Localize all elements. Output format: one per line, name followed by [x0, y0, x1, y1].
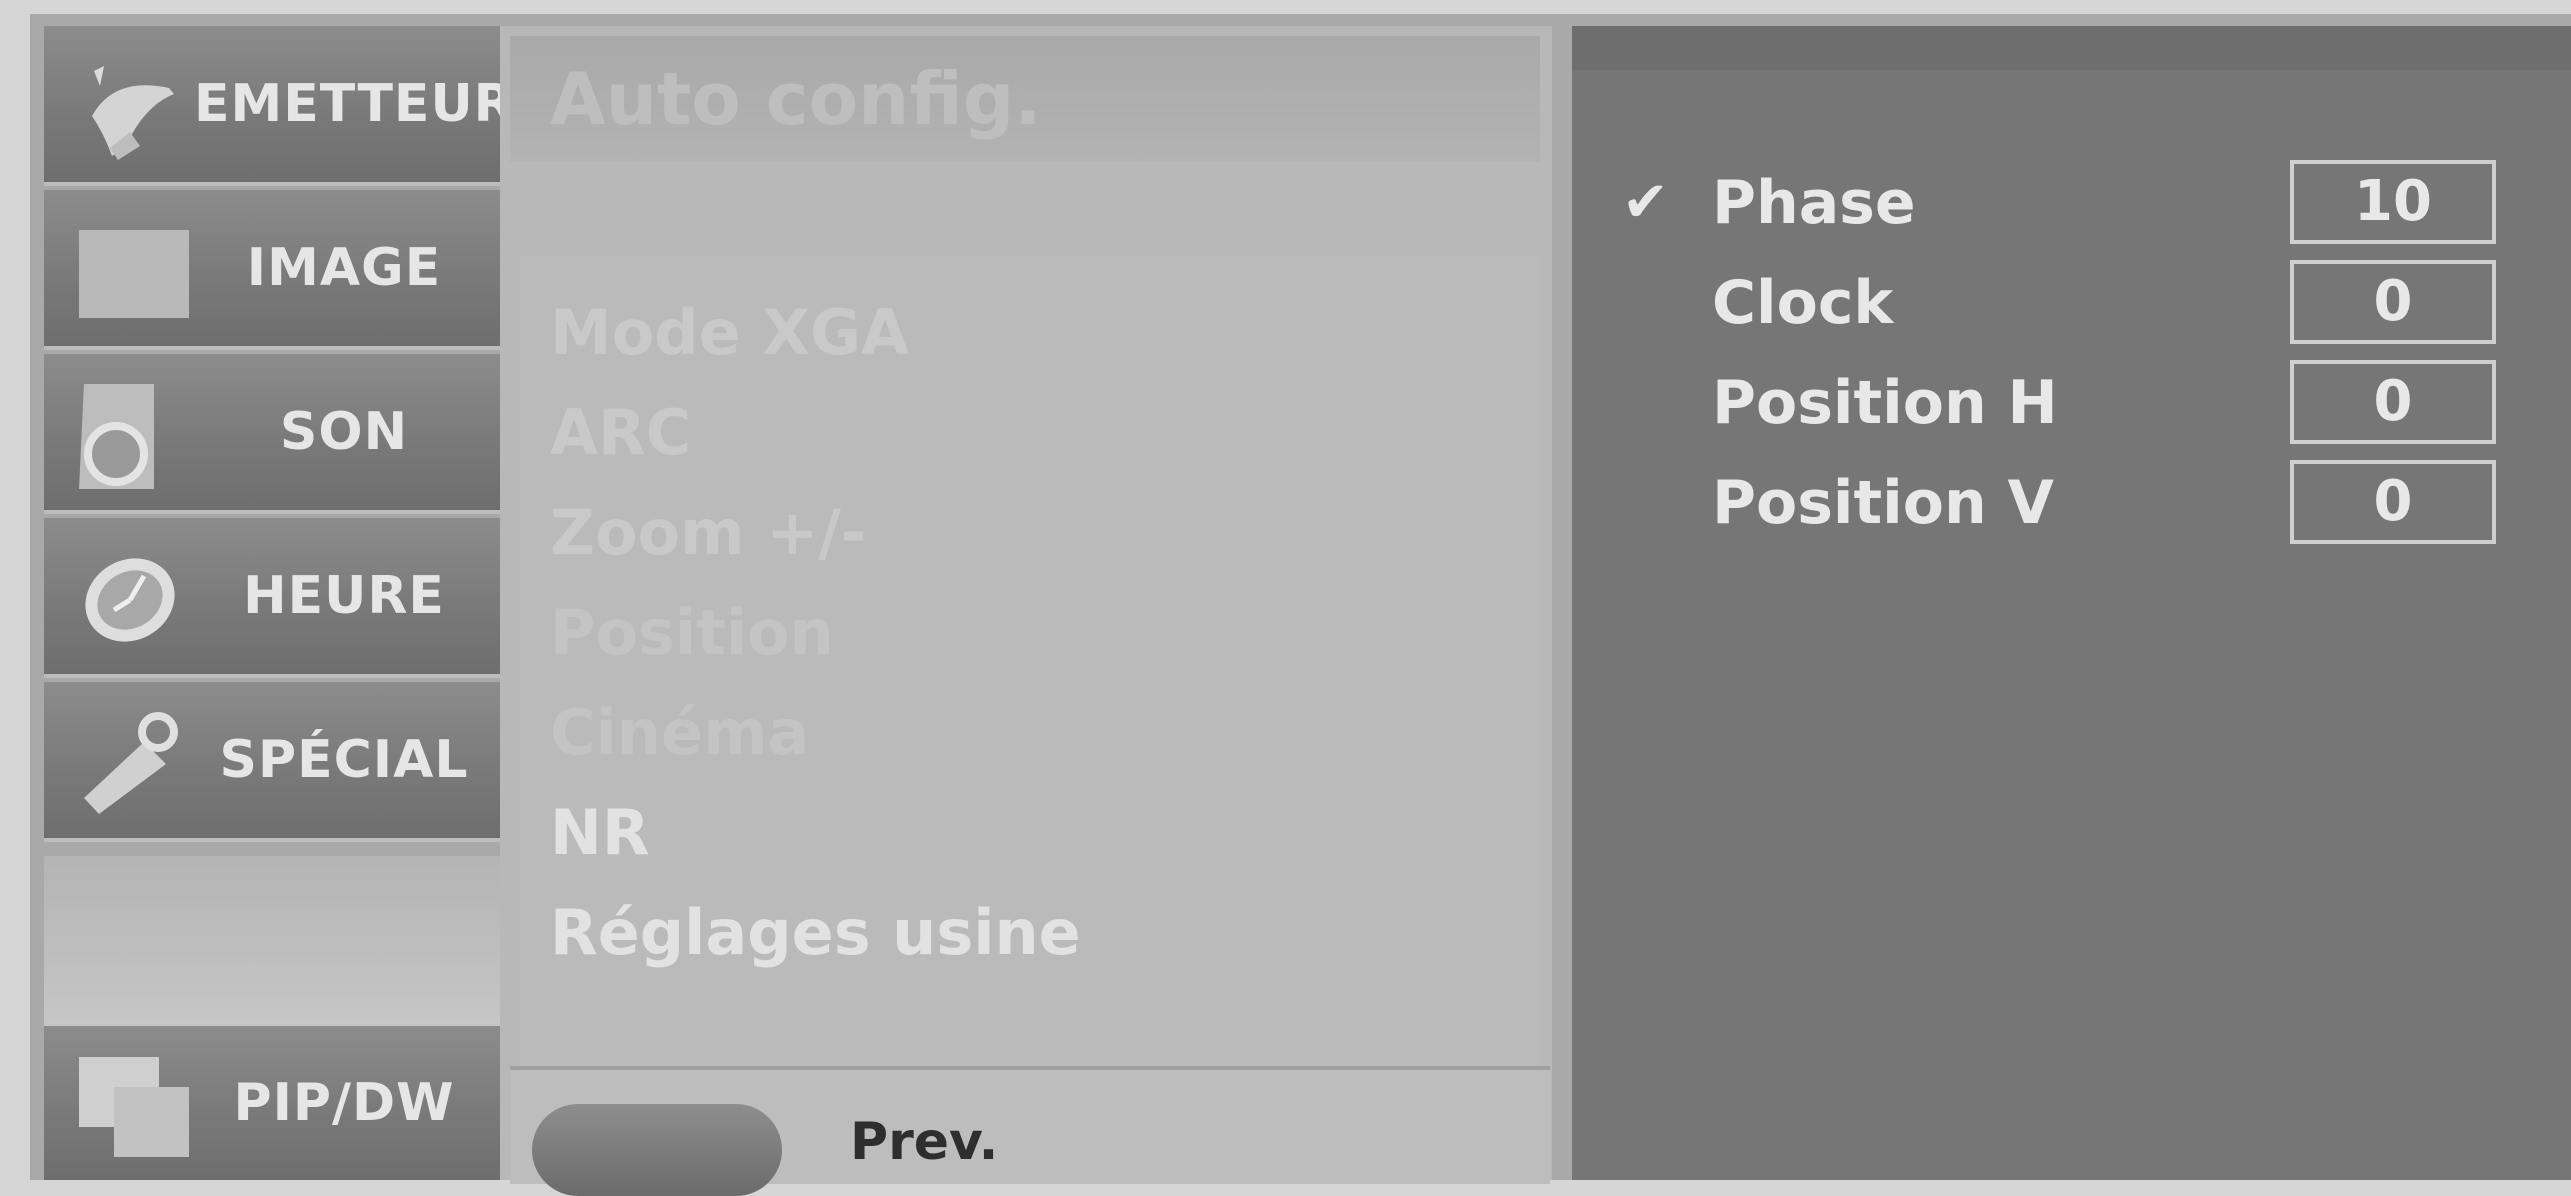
menu-item-label: PIP/DW [233, 1073, 455, 1133]
menu-item-label: SON [279, 402, 409, 462]
menu-item-image[interactable]: IMAGE [44, 190, 500, 350]
param-value[interactable]: 10 [2290, 160, 2496, 244]
submenu-item-mode-xga[interactable]: Mode XGA [550, 296, 909, 369]
picture-square-icon [74, 210, 194, 330]
pip-windows-icon [74, 1042, 194, 1162]
menu-item-emetteur[interactable]: EMETTEUR [44, 26, 515, 186]
satellite-dish-icon [74, 46, 194, 166]
prev-label: Prev. [850, 1112, 999, 1172]
submenu-title[interactable]: Auto config. [510, 36, 1540, 162]
submenu-panel: Auto config. Mode XGA ARC Zoom +/- Posit… [500, 26, 1552, 1196]
param-position-h[interactable]: Position H 0 [1572, 360, 2571, 450]
param-name: Position V [1712, 468, 2054, 538]
menu-item-label: SPÉCIAL [219, 730, 469, 790]
submenu-item-nr[interactable]: NR [550, 796, 650, 869]
menu-item-label: IMAGE [246, 238, 442, 298]
param-name: Phase [1712, 168, 1916, 238]
submenu-title-label: Auto config. [550, 57, 1042, 141]
submenu-item-zoom[interactable]: Zoom +/- [550, 496, 867, 569]
param-phase[interactable]: ✔ Phase 10 [1572, 160, 2571, 250]
menu-item-label: HEURE [243, 566, 445, 626]
param-value[interactable]: 0 [2290, 260, 2496, 344]
osd-main-menu: EMETTEUR IMAGE SON HEURE SPÉCIAL PIP/DW [44, 26, 515, 1180]
param-value[interactable]: 0 [2290, 360, 2496, 444]
menu-item-pip-dw[interactable]: PIP/DW [44, 1026, 500, 1180]
submenu-item-position[interactable]: Position [550, 596, 834, 669]
speaker-icon [74, 374, 194, 494]
clock-icon [74, 538, 194, 658]
submenu-item-arc[interactable]: ARC [550, 396, 691, 469]
tag-icon [74, 702, 194, 822]
menu-item-special[interactable]: SPÉCIAL [44, 682, 500, 842]
submenu-item-factory-reset[interactable]: Réglages usine [550, 896, 1081, 969]
submenu-item-cinema[interactable]: Cinéma [550, 696, 809, 769]
adjust-panel: ✔ Phase 10 Clock 0 Position H 0 Position… [1572, 26, 2571, 1180]
param-position-v[interactable]: Position V 0 [1572, 460, 2571, 550]
submenu-list: Mode XGA ARC Zoom +/- Position Cinéma NR… [520, 256, 1540, 1076]
submenu-footer: Prev. [510, 1066, 1550, 1196]
adjust-panel-header [1572, 26, 2571, 70]
checkmark-icon: ✔ [1622, 170, 1669, 235]
param-value[interactable]: 0 [2290, 460, 2496, 544]
menu-item-label: EMETTEUR [194, 74, 515, 134]
param-clock[interactable]: Clock 0 [1572, 260, 2571, 350]
menu-item-heure[interactable]: HEURE [44, 518, 500, 678]
param-name: Clock [1712, 268, 1894, 338]
prev-pill-button[interactable] [532, 1104, 782, 1196]
menu-item-son[interactable]: SON [44, 354, 500, 514]
param-name: Position H [1712, 368, 2058, 438]
